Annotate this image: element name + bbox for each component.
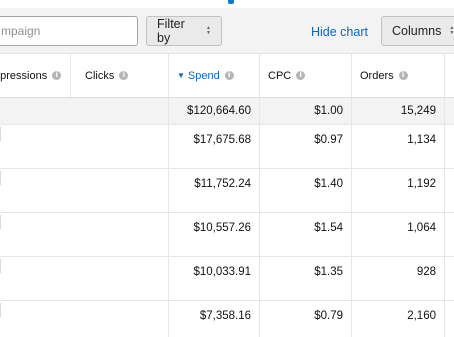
spend-cell: $7,358.16 bbox=[169, 301, 260, 337]
summary-spend-cell: $120,664.60 bbox=[169, 98, 260, 124]
orders-header-label: Orders bbox=[360, 69, 394, 82]
orders-cell: 1,192 bbox=[352, 169, 445, 212]
clicks-cell bbox=[77, 125, 169, 168]
impressions-cell bbox=[0, 301, 77, 337]
cpc-cell: $1.40 bbox=[260, 169, 352, 212]
campaign-search-box[interactable] bbox=[0, 16, 138, 46]
table-toolbar: Filter by ▲▼ Hide chart Columns ▲▼ bbox=[0, 8, 454, 54]
table-row[interactable]: $11,752.24 $1.40 1,192 bbox=[0, 169, 454, 213]
info-icon[interactable]: i bbox=[52, 71, 62, 80]
impressions-cell bbox=[0, 213, 77, 256]
impressions-cell bbox=[0, 169, 77, 212]
next-column-stub bbox=[445, 257, 454, 300]
table-row[interactable]: $17,675.68 $0.97 1,134 bbox=[0, 125, 454, 169]
summary-orders-cell: 15,249 bbox=[352, 98, 445, 124]
impressions-cell bbox=[0, 125, 77, 168]
filter-by-button[interactable]: Filter by ▲ ▼ bbox=[146, 16, 222, 46]
cpc-cell: $1.54 bbox=[260, 213, 352, 256]
orders-header[interactable]: Orders i bbox=[352, 54, 445, 97]
columns-button[interactable]: Columns ▲ ▼ bbox=[381, 16, 454, 46]
spend-cell: $11,752.24 bbox=[169, 169, 260, 212]
summary-impressions-cell bbox=[0, 98, 77, 124]
info-icon[interactable]: i bbox=[296, 71, 306, 80]
clicks-cell bbox=[77, 169, 169, 212]
next-column-stub bbox=[445, 125, 454, 168]
spend-header[interactable]: ▼ Spend i bbox=[169, 54, 260, 97]
table-header-row: npressions i Clicks i ▼ Spend i CPC i Or… bbox=[0, 54, 454, 98]
filter-by-label: Filter by bbox=[157, 17, 185, 45]
impressions-header[interactable]: npressions i bbox=[0, 54, 71, 97]
cpc-header-label: CPC bbox=[268, 69, 292, 82]
clicks-cell bbox=[77, 213, 169, 256]
next-column-stub bbox=[445, 213, 454, 256]
orders-cell: 2,160 bbox=[352, 301, 445, 337]
cpc-cell: $1.35 bbox=[260, 257, 352, 300]
orders-cell: 928 bbox=[352, 257, 445, 300]
chevron-updown-icon: ▲ ▼ bbox=[206, 25, 211, 36]
cpc-cell: $0.97 bbox=[260, 125, 352, 168]
orders-cell: 1,064 bbox=[352, 213, 445, 256]
cpc-cell: $0.79 bbox=[260, 301, 352, 337]
clicks-header-label: Clicks bbox=[85, 69, 115, 82]
campaign-table: npressions i Clicks i ▼ Spend i CPC i Or… bbox=[0, 54, 454, 337]
chevron-updown-icon: ▲ ▼ bbox=[449, 25, 454, 36]
table-row[interactable]: $10,033.91 $1.35 928 bbox=[0, 257, 454, 301]
spend-cell: $17,675.68 bbox=[169, 125, 260, 168]
next-column-stub bbox=[445, 54, 454, 97]
campaign-table-page: Filter by ▲▼ Hide chart Columns ▲▼ npres… bbox=[0, 0, 454, 337]
next-column-stub bbox=[445, 169, 454, 212]
info-icon[interactable]: i bbox=[119, 71, 129, 80]
orders-cell: 1,134 bbox=[352, 125, 445, 168]
table-row[interactable]: $7,358.16 $0.79 2,160 bbox=[0, 301, 454, 337]
top-indicator bbox=[228, 0, 234, 4]
hide-chart-link[interactable]: Hide chart bbox=[311, 25, 368, 39]
summary-cpc-cell: $1.00 bbox=[260, 98, 352, 124]
columns-label: Columns bbox=[392, 24, 442, 38]
next-column-stub bbox=[445, 98, 454, 124]
campaign-search-input[interactable] bbox=[1, 24, 137, 38]
impressions-header-label: npressions bbox=[0, 69, 48, 82]
summary-clicks-cell bbox=[77, 98, 169, 124]
spend-header-label: Spend bbox=[187, 69, 220, 82]
next-column-stub bbox=[445, 301, 454, 337]
clicks-cell bbox=[77, 257, 169, 300]
clicks-cell bbox=[77, 301, 169, 337]
clicks-header[interactable]: Clicks i bbox=[77, 54, 169, 97]
info-icon[interactable]: i bbox=[398, 71, 408, 80]
sort-descending-icon: ▼ bbox=[177, 71, 185, 80]
impressions-cell bbox=[0, 257, 77, 300]
spend-cell: $10,033.91 bbox=[169, 257, 260, 300]
cpc-header[interactable]: CPC i bbox=[260, 54, 352, 97]
info-icon[interactable]: i bbox=[224, 71, 234, 80]
summary-row: $120,664.60 $1.00 15,249 bbox=[0, 98, 454, 125]
spend-cell: $10,557.26 bbox=[169, 213, 260, 256]
table-row[interactable]: $10,557.26 $1.54 1,064 bbox=[0, 213, 454, 257]
